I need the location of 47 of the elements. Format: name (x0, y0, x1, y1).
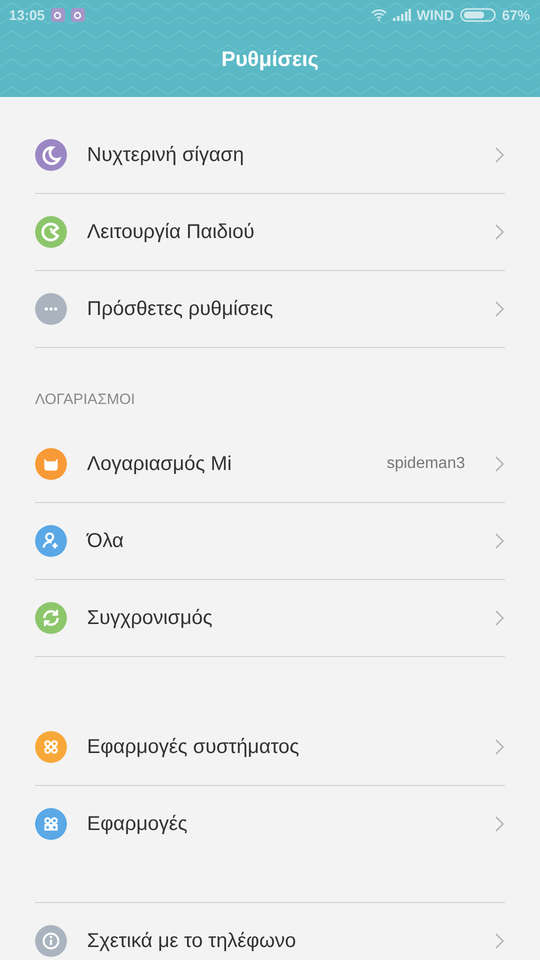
item-label: Όλα (87, 530, 125, 552)
settings-item[interactable]: Συγχρονισμός (0, 580, 540, 656)
chevron-icon (495, 147, 505, 163)
notification-icon (70, 8, 85, 22)
chevron-icon (495, 816, 505, 832)
item-label: Πρόσθετες ρυθμίσεις (87, 298, 274, 320)
cat-face-icon (35, 448, 67, 480)
item-label: Νυχτερινή σίγαση (87, 144, 246, 166)
item-label: Συγχρονισμός (87, 606, 214, 630)
carrier-name: WIND (416, 7, 454, 23)
item-label: Λειτουργία Παιδιού (87, 220, 256, 244)
wifi-icon (370, 9, 387, 21)
add-person-icon (35, 525, 67, 557)
settings-item[interactable]: Λογαριασμός Mi spideman3 (0, 426, 540, 502)
chevron-icon (495, 533, 505, 549)
settings-item[interactable]: Όλα (0, 503, 540, 579)
item-label: Λογαριασμός Mi (87, 452, 233, 476)
pacman-icon (35, 216, 67, 248)
moon-icon (35, 139, 67, 171)
grid-icon (35, 808, 67, 840)
item-label: Εφαρμογές συστήματος (87, 736, 300, 758)
info-icon (35, 925, 67, 957)
settings-item[interactable]: Εφαρμογές συστήματος (0, 709, 540, 785)
item-label: Εφαρμογές (87, 812, 188, 836)
status-time: 13:05 (9, 7, 45, 23)
item-value: spideman3 (386, 455, 465, 473)
chevron-icon (495, 610, 505, 626)
notification-icon (50, 8, 65, 22)
section-header: ΛΟΓΑΡΙΑΣΜΟΙ (35, 391, 136, 408)
chevron-icon (495, 456, 505, 472)
settings-item[interactable]: Πρόσθετες ρυθμίσεις (0, 271, 540, 347)
battery-icon (460, 8, 496, 22)
sync-icon (35, 602, 67, 634)
item-label: Σχετικά με το τηλέφωνο (87, 930, 297, 952)
screen-title: Ρυθμίσεις (220, 48, 320, 72)
battery-percent: 67% (502, 7, 530, 23)
settings-item[interactable]: Σχετικά με το τηλέφωνο (0, 903, 540, 960)
chevron-icon (495, 224, 505, 240)
chevron-icon (495, 739, 505, 755)
signal-icon (392, 9, 411, 21)
chevron-icon (495, 933, 505, 949)
settings-item[interactable]: Λειτουργία Παιδιού (0, 194, 540, 270)
apps-icon (35, 731, 67, 763)
chevron-icon (495, 301, 505, 317)
more-icon (35, 293, 67, 325)
settings-item[interactable]: Εφαρμογές (0, 786, 540, 862)
settings-item[interactable]: Νυχτερινή σίγαση (0, 117, 540, 193)
